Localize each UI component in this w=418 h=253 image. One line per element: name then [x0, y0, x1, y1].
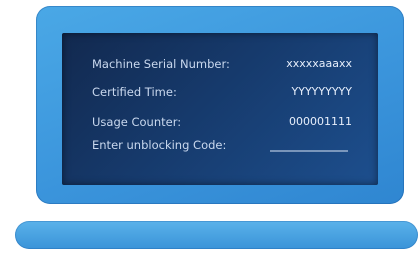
serial-number-label: Machine Serial Number: [92, 57, 230, 71]
certified-time-label: Certified Time: [92, 85, 177, 99]
serial-number-row: Machine Serial Number: xxxxxaaaxx [92, 57, 362, 75]
unblocking-code-input[interactable] [270, 150, 348, 152]
device-base-bar [15, 221, 418, 249]
unblocking-code-row: Enter unblocking Code: [92, 138, 362, 156]
unblocking-code-label: Enter unblocking Code: [92, 138, 227, 152]
usage-counter-row: Usage Counter: 000001111 [92, 115, 362, 133]
certified-time-value: YYYYYYYYY [291, 85, 352, 98]
serial-number-value: xxxxxaaaxx [286, 57, 352, 70]
usage-counter-label: Usage Counter: [92, 115, 182, 129]
page: Machine Serial Number: xxxxxaaaxx Certif… [0, 0, 418, 253]
usage-counter-value: 000001111 [289, 115, 352, 128]
display-screen: Machine Serial Number: xxxxxaaaxx Certif… [62, 33, 378, 185]
certified-time-row: Certified Time: YYYYYYYYY [92, 85, 362, 103]
